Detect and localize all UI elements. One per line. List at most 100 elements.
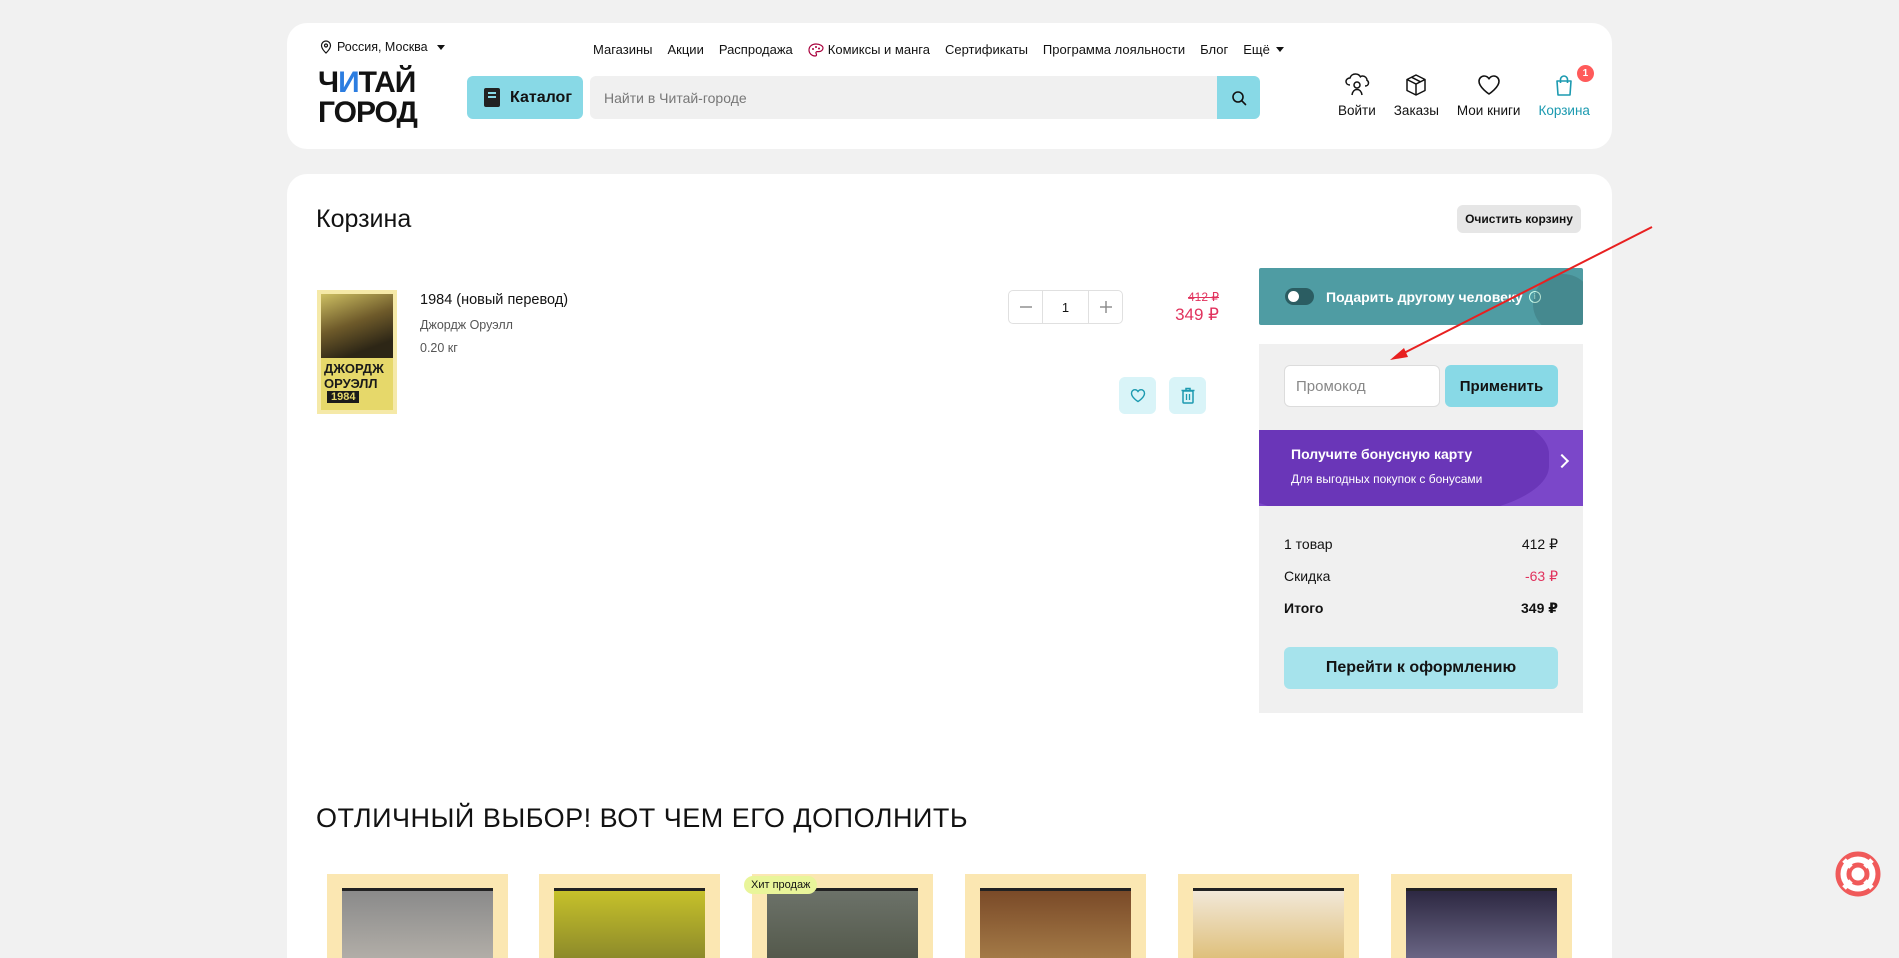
nav-more[interactable]: Ещё bbox=[1243, 42, 1284, 57]
nav-promotions[interactable]: Акции bbox=[668, 42, 704, 57]
clear-cart-button[interactable]: Очистить корзину bbox=[1457, 205, 1581, 233]
cart-count-badge: 1 bbox=[1576, 65, 1594, 82]
quantity-value[interactable]: 1 bbox=[1042, 291, 1089, 323]
logo-line-1: ЧИТАЙ bbox=[318, 66, 416, 99]
increase-button[interactable] bbox=[1089, 291, 1122, 323]
recommendation-card[interactable] bbox=[1391, 874, 1572, 958]
heart-icon bbox=[1477, 75, 1500, 95]
current-price: 349 ₽ bbox=[1175, 305, 1219, 324]
summary-value: 412 ₽ bbox=[1521, 536, 1558, 552]
catalog-button[interactable]: Каталог bbox=[467, 76, 583, 119]
recommendation-cover bbox=[342, 888, 493, 958]
recommendation-card[interactable] bbox=[539, 874, 720, 958]
cart-page: Корзина Очистить корзину ДЖОРДЖ ОРУЭЛЛ 1… bbox=[287, 174, 1612, 958]
logo-line-2: ГОРОД bbox=[318, 96, 418, 129]
orders-label: Заказы bbox=[1393, 103, 1439, 118]
summary-label: Скидка bbox=[1284, 568, 1331, 584]
checkout-button[interactable]: Перейти к оформлению bbox=[1284, 647, 1558, 689]
item-author[interactable]: Джордж Оруэлл bbox=[420, 318, 513, 332]
page-title: Корзина bbox=[316, 205, 412, 233]
palette-icon bbox=[808, 42, 824, 57]
cover-year: 1984 bbox=[327, 391, 360, 404]
plus-icon bbox=[1099, 301, 1112, 313]
nav-blog[interactable]: Блог bbox=[1200, 42, 1228, 57]
search-button[interactable] bbox=[1217, 76, 1260, 119]
summary-value: -63 ₽ bbox=[1524, 568, 1558, 584]
nav-loyalty[interactable]: Программа лояльности bbox=[1043, 42, 1185, 57]
location-pin-icon bbox=[320, 40, 332, 54]
cover-illustration bbox=[321, 294, 393, 358]
trash-icon bbox=[1181, 387, 1194, 404]
quantity-stepper: 1 bbox=[1008, 290, 1123, 324]
search-bar bbox=[590, 76, 1260, 119]
nav-more-label: Ещё bbox=[1243, 42, 1270, 57]
minus-icon bbox=[1019, 306, 1032, 308]
bonus-card-banner[interactable]: Получите бонусную карту Для выгодных пок… bbox=[1259, 430, 1583, 506]
login-button[interactable]: Войти bbox=[1329, 73, 1385, 118]
cart-label: Корзина bbox=[1538, 103, 1590, 118]
shopping-bag-icon bbox=[1556, 75, 1573, 96]
my-books-label: Мои книги bbox=[1456, 103, 1521, 118]
summary-row-items: 1 товар 412 ₽ bbox=[1284, 536, 1558, 553]
nav-comics[interactable]: Комиксы и манга bbox=[808, 42, 930, 57]
chevron-right-icon bbox=[1554, 453, 1570, 469]
recommendation-cover bbox=[1406, 888, 1557, 958]
item-weight: 0.20 кг bbox=[420, 341, 458, 355]
gift-label: Подарить другому человеку bbox=[1326, 288, 1523, 305]
bonus-title: Получите бонусную карту bbox=[1291, 446, 1473, 462]
item-title[interactable]: 1984 (новый перевод) bbox=[420, 292, 568, 308]
cover-author: ДЖОРДЖ ОРУЭЛЛ bbox=[324, 361, 384, 392]
gift-toggle[interactable] bbox=[1285, 288, 1314, 305]
apply-promo-button[interactable]: Применить bbox=[1445, 365, 1558, 407]
recommendation-card[interactable] bbox=[327, 874, 508, 958]
site-logo[interactable]: ЧИТАЙ ГОРОД bbox=[318, 66, 418, 129]
nav-stores[interactable]: Магазины bbox=[593, 42, 653, 57]
catalog-label: Каталог bbox=[510, 88, 572, 106]
search-input[interactable] bbox=[590, 76, 1210, 119]
login-label: Войти bbox=[1338, 103, 1376, 118]
summary-label: Итого bbox=[1284, 600, 1324, 616]
top-nav: Магазины Акции Распродажа Комиксы и манг… bbox=[593, 42, 1284, 57]
recommendation-cover bbox=[1193, 888, 1344, 958]
order-summary: Применить Получите бонусную карту Для вы… bbox=[1259, 344, 1583, 713]
promo-code-input[interactable] bbox=[1284, 365, 1440, 407]
city-selector[interactable]: Россия, Москва bbox=[320, 40, 445, 54]
recommendations-title: ОТЛИЧНЫЙ ВЫБОР! ВОТ ЧЕМ ЕГО ДОПОЛНИТЬ bbox=[316, 803, 969, 833]
bonus-decoration bbox=[1259, 430, 1549, 506]
orders-button[interactable]: Заказы bbox=[1385, 73, 1448, 118]
nav-sale[interactable]: Распродажа bbox=[719, 42, 793, 57]
summary-label: 1 товар bbox=[1284, 536, 1333, 552]
search-icon bbox=[1231, 90, 1246, 105]
gift-decoration bbox=[1533, 274, 1583, 325]
recommendation-cover bbox=[767, 888, 918, 958]
lifebuoy-icon[interactable] bbox=[1835, 851, 1881, 897]
heart-icon bbox=[1130, 388, 1145, 403]
chevron-down-icon bbox=[436, 44, 445, 50]
bestseller-badge: Хит продаж bbox=[744, 876, 818, 894]
user-cloud-icon bbox=[1345, 73, 1370, 96]
summary-row-total: Итого 349 ₽ bbox=[1284, 600, 1558, 617]
book-icon bbox=[484, 88, 500, 107]
recommendation-card[interactable] bbox=[965, 874, 1146, 958]
old-price: 412 ₽ bbox=[1188, 290, 1219, 304]
cover-image: ДЖОРДЖ ОРУЭЛЛ 1984 bbox=[321, 294, 393, 410]
city-label: Россия, Москва bbox=[337, 40, 428, 54]
summary-value: 349 ₽ bbox=[1521, 600, 1558, 616]
chevron-down-icon bbox=[1275, 47, 1284, 52]
recommendation-cover bbox=[554, 888, 705, 958]
my-books-button[interactable]: Мои книги bbox=[1448, 73, 1530, 118]
nav-certificates[interactable]: Сертификаты bbox=[945, 42, 1028, 57]
summary-row-discount: Скидка -63 ₽ bbox=[1284, 568, 1558, 585]
delete-item-button[interactable] bbox=[1169, 377, 1206, 414]
gift-toggle-block: Подарить другому человеку i bbox=[1259, 268, 1583, 325]
cart-button[interactable]: 1 Корзина bbox=[1529, 65, 1598, 118]
recommendation-cover bbox=[980, 888, 1131, 958]
header-actions: Войти Заказы Мои книги 1 Корзина bbox=[1329, 65, 1599, 118]
box-icon bbox=[1406, 74, 1427, 96]
nav-comics-label: Комиксы и манга bbox=[827, 42, 930, 57]
add-to-favorites-button[interactable] bbox=[1119, 377, 1156, 414]
site-header: Россия, Москва Магазины Акции Распродажа… bbox=[287, 23, 1612, 149]
book-cover[interactable]: ДЖОРДЖ ОРУЭЛЛ 1984 bbox=[317, 290, 397, 414]
decrease-button[interactable] bbox=[1009, 291, 1042, 323]
recommendation-card[interactable] bbox=[1178, 874, 1359, 958]
